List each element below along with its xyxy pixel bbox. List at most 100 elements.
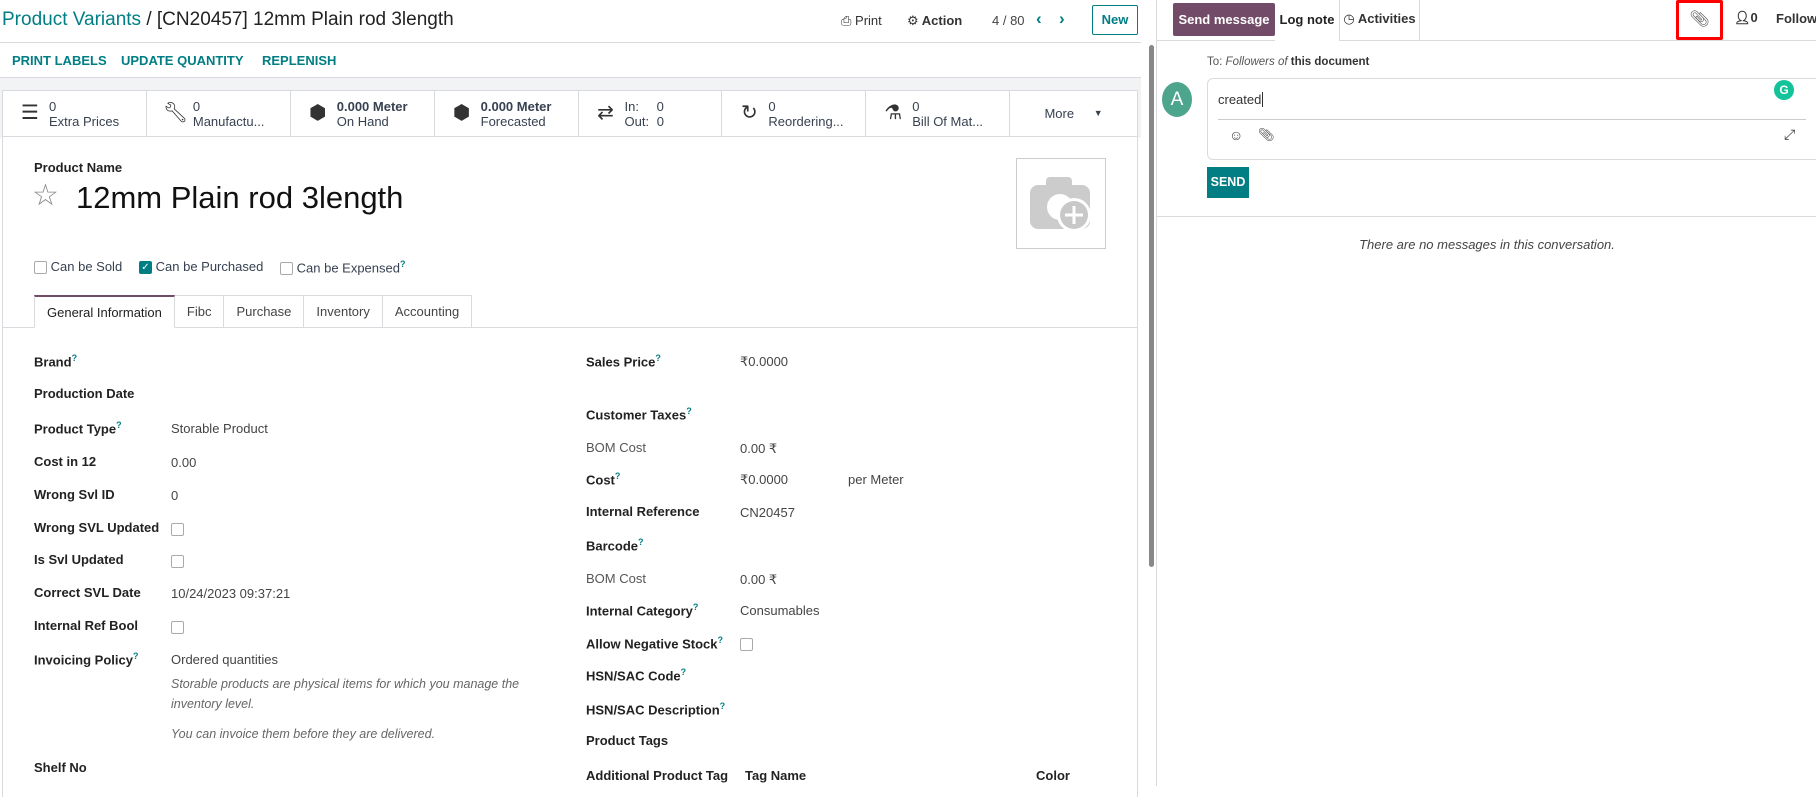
print-labels-button[interactable]: PRINT LABELS <box>12 53 107 68</box>
print-label: Print <box>855 13 882 28</box>
flag-can-be-sold[interactable]: Can be Sold <box>34 259 123 275</box>
tab-general-information[interactable]: General Information <box>34 295 175 328</box>
followers-count: 0 <box>1750 10 1758 25</box>
help-icon[interactable]: ? <box>116 420 122 430</box>
send-button[interactable]: SEND <box>1207 167 1249 198</box>
reordering-button[interactable]: ↻ 0 Reordering... <box>722 91 867 136</box>
flag-label: Can be Sold <box>50 259 123 274</box>
tab-fibc[interactable]: Fibc <box>174 295 225 328</box>
field-value[interactable]: Storable Product <box>171 421 268 436</box>
field-label: Invoicing Policy? <box>34 651 139 668</box>
pager-prev-icon[interactable]: ‹ <box>1036 9 1042 29</box>
field-label: Wrong SVL Updated <box>34 520 160 535</box>
checkbox-checked[interactable]: ✓ <box>139 261 152 275</box>
send-message-button[interactable]: Send message <box>1173 3 1275 36</box>
flag-can-be-expensed[interactable]: Can be Expensed? <box>280 259 406 276</box>
help-icon[interactable]: ? <box>681 667 687 677</box>
field-label: Barcode? <box>586 537 644 554</box>
help-icon[interactable]: ? <box>615 471 621 481</box>
field-label: Product Tags <box>586 733 669 748</box>
help-icon[interactable]: ? <box>686 406 692 416</box>
help-icon[interactable]: ? <box>638 537 644 547</box>
checkbox[interactable] <box>280 262 293 276</box>
tab-inventory[interactable]: Inventory <box>304 295 383 328</box>
help-icon[interactable]: ? <box>72 353 78 363</box>
field-value[interactable]: 0.00 ₹ <box>740 441 777 457</box>
wrench-icon: 🔧︎ <box>162 102 189 124</box>
manufacturing-button[interactable]: 🔧︎ 0 Manufactu... <box>147 91 291 136</box>
extra-prices-button[interactable]: ☰ 0 Extra Prices <box>3 91 147 136</box>
more-button[interactable]: More ▼ <box>1010 91 1137 136</box>
stat-value: 0.000 Meter <box>336 98 408 114</box>
list-icon: ☰ <box>21 102 39 124</box>
help-icon[interactable]: ? <box>693 602 699 612</box>
log-note-button[interactable]: Log note <box>1275 0 1339 41</box>
field-value[interactable]: CN20457 <box>740 505 795 520</box>
field-label: Internal Ref Bool <box>34 618 139 633</box>
help-icon[interactable]: ? <box>717 635 723 645</box>
field-label: Cost? <box>586 471 621 488</box>
help-icon[interactable]: ? <box>720 701 726 711</box>
follow-button[interactable]: Follow <box>1776 11 1816 26</box>
on-hand-button[interactable]: ⬢ 0.000 Meter On Hand <box>291 91 435 136</box>
print-button[interactable]: ⎙ Print <box>841 13 882 29</box>
paperclip-icon[interactable]: 📎︎ <box>1258 127 1275 143</box>
action-button[interactable]: ⚙ Action <box>907 13 962 29</box>
scrollbar[interactable] <box>1149 45 1154 567</box>
star-icon[interactable]: ☆ <box>32 178 59 213</box>
out-value: 0 <box>656 113 664 129</box>
product-image[interactable] <box>1016 158 1106 249</box>
flag-can-be-purchased[interactable]: ✓ Can be Purchased <box>139 259 263 275</box>
in-out-button[interactable]: ⇄ In: 0 Out: 0 <box>579 91 723 136</box>
help-icon[interactable]: ? <box>133 651 139 661</box>
tab-purchase[interactable]: Purchase <box>224 295 305 328</box>
activities-button[interactable]: ◷ Activities <box>1339 0 1420 41</box>
field-value[interactable]: 0 <box>171 488 178 503</box>
field-value[interactable]: 0.00 <box>171 455 196 470</box>
composer: created G ☺ 📎︎ ⤢ <box>1207 78 1816 160</box>
field-value[interactable]: Consumables <box>740 603 820 618</box>
field-value[interactable]: Ordered quantities <box>171 652 278 667</box>
breadcrumb-parent[interactable]: Product Variants <box>2 9 141 30</box>
field-label: Brand? <box>34 353 78 370</box>
checkbox[interactable] <box>34 261 47 275</box>
stat-value: 0 <box>192 98 201 114</box>
composer-divider <box>1218 119 1806 120</box>
field-label: Customer Taxes? <box>586 406 692 423</box>
attachment-icon[interactable]: 📎︎ <box>1676 0 1723 40</box>
help-icon[interactable]: ? <box>655 353 661 363</box>
composer-input[interactable]: created <box>1218 92 1264 107</box>
forecasted-button[interactable]: ⬢ 0.000 Meter Forecasted <box>435 91 579 136</box>
action-label: Action <box>921 13 963 28</box>
expand-icon[interactable]: ⤢ <box>1784 126 1795 143</box>
followers-button[interactable]: 👤︎0 <box>1734 10 1758 26</box>
field-value[interactable]: ₹0.0000 <box>740 354 788 370</box>
field-value[interactable]: 0.00 ₹ <box>740 572 777 588</box>
field-checkbox[interactable] <box>171 553 184 569</box>
update-quantity-button[interactable]: UPDATE QUANTITY <box>121 53 244 68</box>
stat-label: On Hand <box>336 113 389 129</box>
to-doc: this document <box>1290 56 1370 68</box>
chatter-topbar: Send message Log note ◷ Activities 📎︎ 👤︎… <box>1157 0 1816 41</box>
field-checkbox[interactable] <box>171 521 184 537</box>
field-label: Production Date <box>34 386 135 401</box>
tab-accounting[interactable]: Accounting <box>382 295 473 328</box>
bom-button[interactable]: ⚗ 0 Bill Of Mat... <box>866 91 1011 136</box>
caret-down-icon: ▼ <box>1093 108 1103 118</box>
product-name-input[interactable]: 12mm Plain rod 3length <box>76 180 403 216</box>
replenish-button[interactable]: REPLENISH <box>262 53 336 68</box>
emoji-icon[interactable]: ☺ <box>1229 127 1243 143</box>
field-value[interactable]: 10/24/2023 09:37:21 <box>171 586 290 601</box>
new-button[interactable]: New <box>1092 5 1138 35</box>
field-checkbox[interactable] <box>740 636 753 652</box>
pager-next-icon[interactable]: › <box>1059 9 1065 29</box>
stat-label: Bill Of Mat... <box>912 113 984 129</box>
breadcrumb-current: [CN20457] 12mm Plain rod 3length <box>156 9 454 30</box>
field-value[interactable]: ₹0.0000 <box>740 472 788 488</box>
field-checkbox[interactable] <box>171 619 184 635</box>
print-icon: ⎙ <box>841 13 852 28</box>
grammarly-icon[interactable]: G <box>1774 80 1794 100</box>
help-icon[interactable]: ? <box>400 259 406 269</box>
stat-value: 0.000 Meter <box>480 98 552 114</box>
pager-value[interactable]: 4 / 80 <box>992 13 1025 28</box>
